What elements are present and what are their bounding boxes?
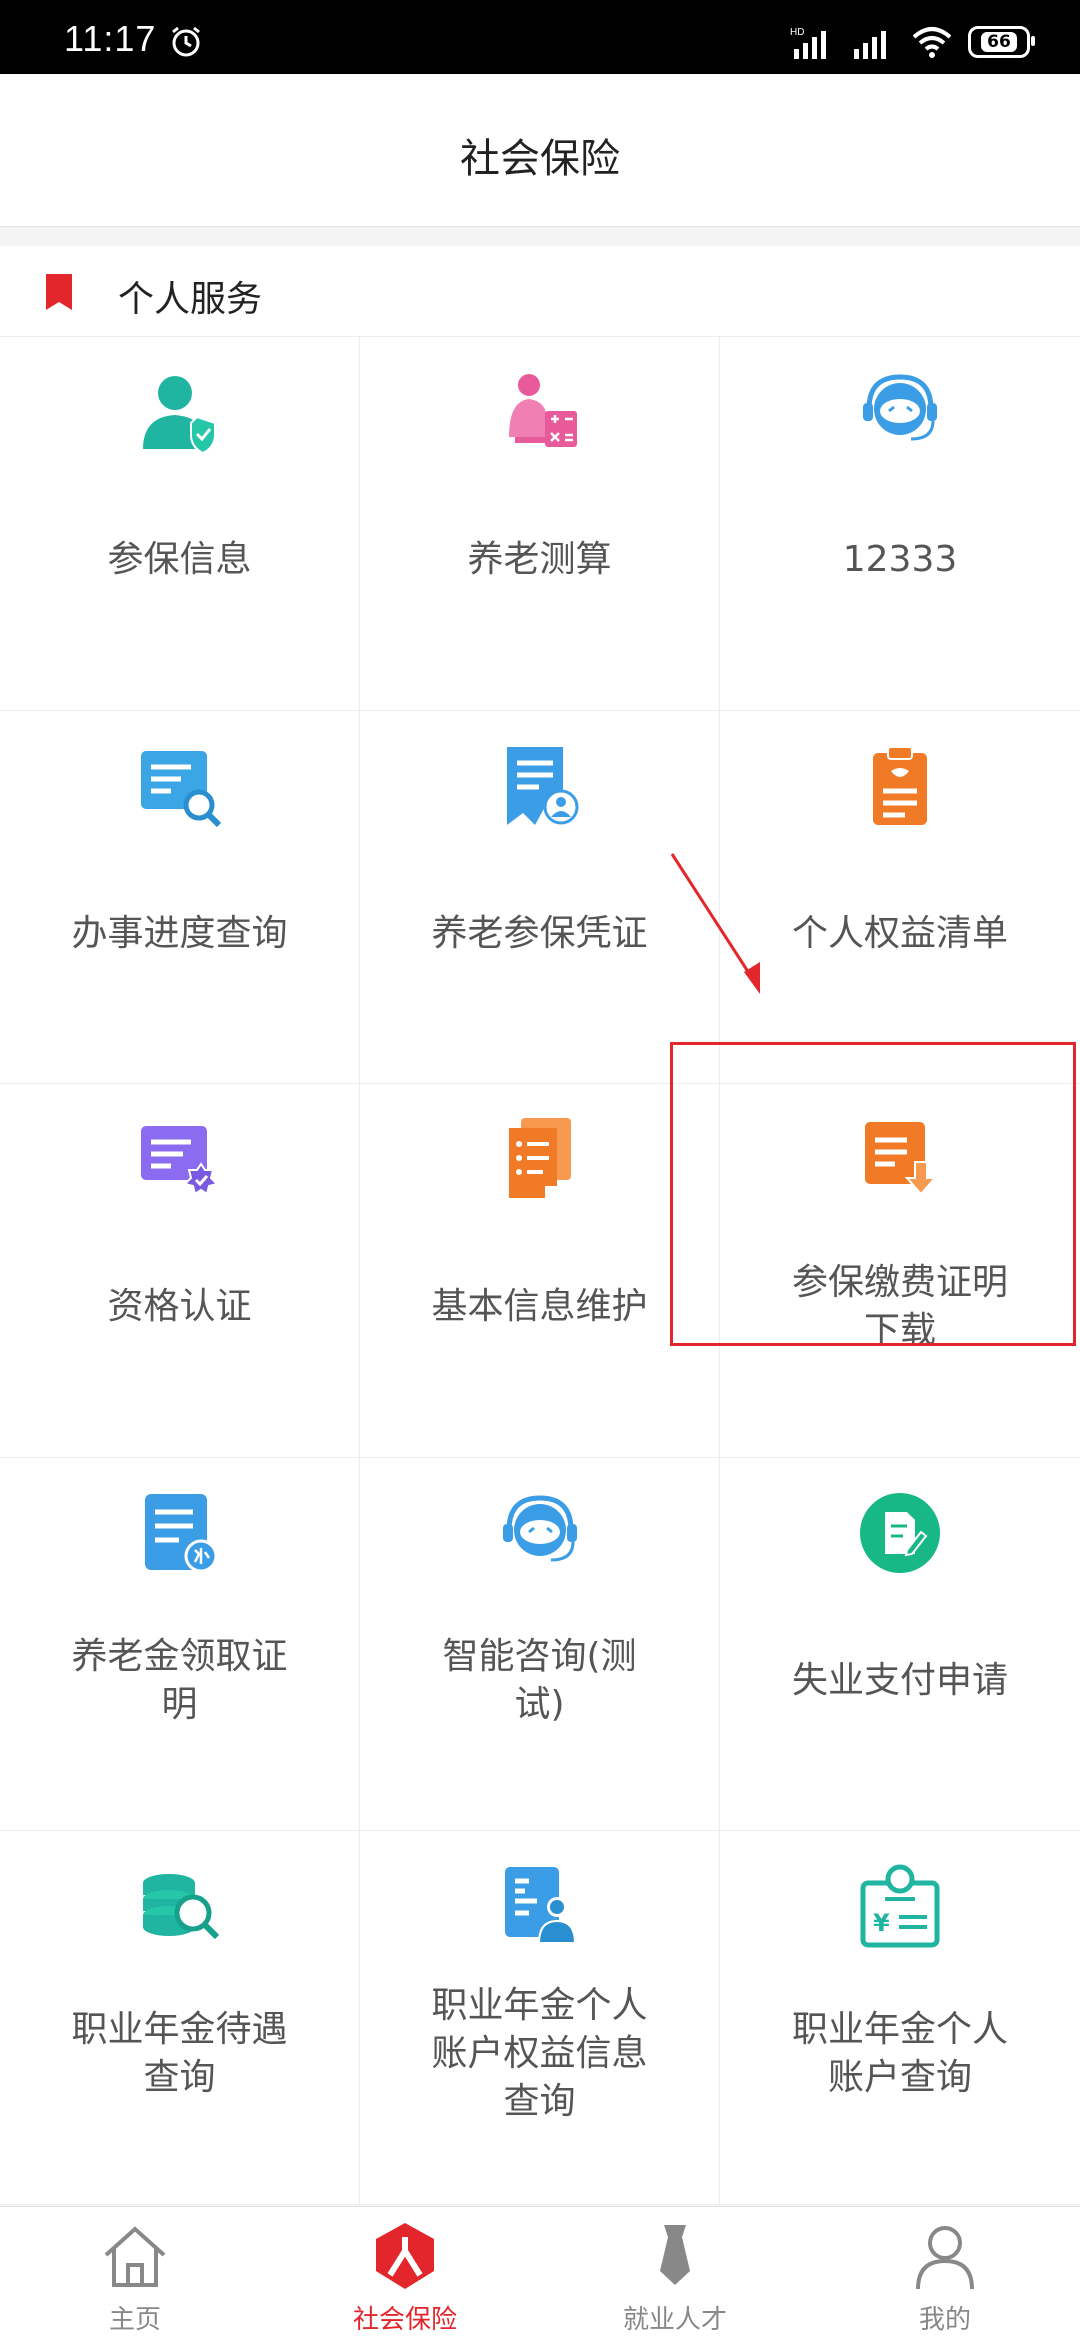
nav-item-social-insurance[interactable]: 社会保险 xyxy=(270,2207,540,2341)
battery-level: 66 xyxy=(981,32,1017,52)
service-label: 参保信息 xyxy=(107,539,252,580)
list-document-icon xyxy=(509,1118,571,1199)
service-label: 12333 xyxy=(842,539,958,580)
service-item[interactable]: 办事进度查询 xyxy=(0,710,360,1085)
person-icon xyxy=(916,2226,974,2290)
svg-text:HD: HD xyxy=(790,27,804,38)
tie-icon xyxy=(660,2225,690,2285)
nav-label: 就业人才 xyxy=(622,2305,727,2335)
service-label: 个人权益清单 xyxy=(791,912,1008,954)
service-item[interactable]: 职业年金个人账户权益信息查询 xyxy=(360,1831,720,2205)
nav-label: 主页 xyxy=(108,2305,161,2335)
service-item[interactable]: 失业支付申请 xyxy=(720,1458,1080,1832)
service-label: 职业年金个人账户查询 xyxy=(791,2009,1008,2099)
status-bar: 11:17 HD 66 xyxy=(0,0,1080,74)
nav-item-home[interactable]: 主页 xyxy=(0,2207,270,2341)
nav-label: 社会保险 xyxy=(352,2305,457,2335)
user-shield-icon xyxy=(143,376,216,455)
coins-search-icon xyxy=(143,1874,220,1940)
annotation-highlight-box xyxy=(670,1042,1076,1346)
service-item[interactable]: 12333 xyxy=(720,337,1080,711)
service-label: 资格认证 xyxy=(107,1286,252,1328)
elder-calculator-icon xyxy=(509,374,577,447)
service-item[interactable]: 养老金领取证明 xyxy=(0,1457,360,1832)
service-label: 养老测算 xyxy=(467,539,612,580)
wifi-icon xyxy=(912,27,952,58)
svg-text:¥: ¥ xyxy=(873,1909,890,1937)
clipboard-icon xyxy=(873,745,927,825)
service-label: 职业年金待遇查询 xyxy=(71,2009,288,2099)
service-item[interactable]: 基本信息维护 xyxy=(360,1084,720,1458)
alarm-icon xyxy=(172,26,200,57)
edit-circle-icon xyxy=(860,1492,940,1573)
service-item[interactable]: ¥ 职业年金个人账户查询 xyxy=(720,1831,1080,2205)
section-header: 个人服务 xyxy=(0,246,1080,337)
bookmark-icon xyxy=(46,274,72,310)
nav-item-employment[interactable]: 就业人才 xyxy=(540,2207,810,2341)
robot-headset-icon xyxy=(863,374,937,441)
page-title: 社会保险 xyxy=(460,136,620,182)
service-item[interactable]: 资格认证 xyxy=(0,1084,360,1458)
service-label: 智能咨询(测试) xyxy=(442,1635,637,1725)
title-bar: 社会保险 xyxy=(0,74,1080,227)
home-icon xyxy=(104,2226,166,2287)
pension-document-icon xyxy=(145,1493,218,1573)
yuan-card-icon: ¥ xyxy=(860,1864,940,1948)
section-title: 个人服务 xyxy=(118,279,263,320)
annotation-arrow xyxy=(670,853,760,994)
certificate-check-icon xyxy=(141,1126,219,1196)
document-search-icon xyxy=(141,750,222,827)
service-item[interactable]: 参保信息 xyxy=(0,337,360,711)
document-user-icon xyxy=(507,746,579,825)
bottom-nav: 主页 社会保险 就业人才 我的 xyxy=(0,2206,1080,2341)
hd-signal-icon: HD xyxy=(790,27,826,59)
nav-label: 我的 xyxy=(918,2305,971,2335)
service-label: 职业年金个人账户权益信息查询 xyxy=(431,1985,648,2123)
battery-icon: 66 xyxy=(968,26,1035,58)
service-label: 养老参保凭证 xyxy=(431,912,648,954)
service-label: 基本信息维护 xyxy=(431,1286,648,1328)
service-label: 失业支付申请 xyxy=(791,1659,1008,1701)
service-label: 办事进度查询 xyxy=(71,912,288,954)
service-item[interactable]: 智能咨询(测试) xyxy=(360,1457,720,1832)
account-user-icon xyxy=(505,1867,577,1945)
service-item[interactable]: 养老测算 xyxy=(360,337,720,711)
social-insurance-icon xyxy=(376,2223,434,2289)
service-label: 养老金领取证明 xyxy=(71,1635,288,1725)
robot-headset-icon xyxy=(503,1495,577,1562)
signal-icon xyxy=(854,31,886,59)
nav-item-mine[interactable]: 我的 xyxy=(810,2207,1080,2341)
status-time: 11:17 xyxy=(64,18,157,59)
service-item[interactable]: 职业年金待遇查询 xyxy=(0,1831,360,2205)
